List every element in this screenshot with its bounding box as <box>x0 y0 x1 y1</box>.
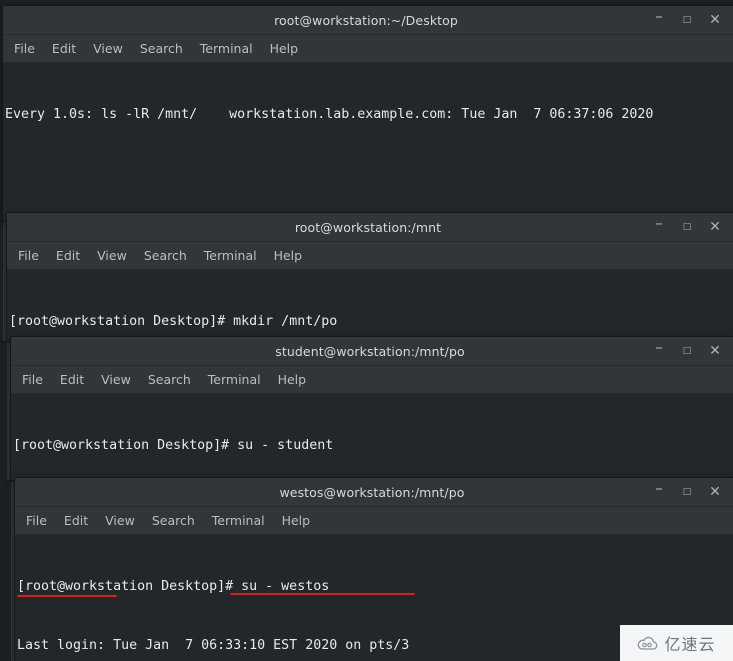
menu-file[interactable]: File <box>26 513 47 528</box>
window-title: root@workstation:~/Desktop <box>274 12 458 28</box>
menu-help[interactable]: Help <box>278 372 307 387</box>
window-title: root@workstation:/mnt <box>294 219 442 235</box>
terminal-output-student[interactable]: [root@workstation Desktop]# su - student… <box>11 394 733 480</box>
terminal-window-root-mnt[interactable]: root@workstation:/mnt – □ ✕ File Edit Vi… <box>7 213 733 341</box>
menubar[interactable]: File Edit View Search Terminal Help <box>7 242 733 270</box>
watermark-text: 亿速云 <box>664 635 716 654</box>
menu-search[interactable]: Search <box>140 41 183 56</box>
maximize-button[interactable]: □ <box>673 479 701 505</box>
close-button[interactable]: ✕ <box>701 338 729 364</box>
menu-view[interactable]: View <box>105 513 135 528</box>
minimize-button[interactable]: – <box>645 213 673 244</box>
menu-help[interactable]: Help <box>282 513 311 528</box>
terminal-output-root-mnt[interactable]: [root@workstation Desktop]# mkdir /mnt/p… <box>7 270 733 341</box>
menu-terminal[interactable]: Terminal <box>200 41 253 56</box>
titlebar[interactable]: root@workstation:/mnt – □ ✕ <box>7 213 733 242</box>
annotation-underline-command <box>230 593 415 595</box>
menubar[interactable]: File Edit View Search Terminal Help <box>15 507 733 535</box>
menu-help[interactable]: Help <box>274 248 303 263</box>
titlebar[interactable]: westos@workstation:/mnt/po – □ ✕ <box>15 478 733 507</box>
terminal-line: [root@workstation Desktop]# su - student <box>13 438 334 454</box>
window-controls: – □ ✕ <box>645 478 733 509</box>
minimize-button[interactable]: – <box>645 6 673 37</box>
terminal-line: Every 1.0s: ls -lR /mnt/ workstation.lab… <box>5 107 654 123</box>
cloud-icon <box>637 636 659 651</box>
menubar[interactable]: File Edit View Search Terminal Help <box>11 366 733 394</box>
close-button[interactable]: ✕ <box>701 214 729 240</box>
terminal-output-root-desktop[interactable]: Every 1.0s: ls -lR /mnt/ workstation.lab… <box>3 63 733 221</box>
annotation-underline-prompt <box>17 595 117 597</box>
menu-edit[interactable]: Edit <box>60 372 84 387</box>
window-title: westos@workstation:/mnt/po <box>279 484 465 500</box>
menu-file[interactable]: File <box>22 372 43 387</box>
menu-terminal[interactable]: Terminal <box>212 513 265 528</box>
watermark: 亿速云 <box>620 625 733 661</box>
menu-view[interactable]: View <box>97 248 127 263</box>
terminal-line: [root@workstation Desktop]# mkdir /mnt/p… <box>9 314 338 330</box>
titlebar[interactable]: root@workstation:~/Desktop – □ ✕ <box>3 6 733 35</box>
minimize-button[interactable]: – <box>645 337 673 368</box>
window-title: student@workstation:/mnt/po <box>275 343 465 359</box>
close-button[interactable]: ✕ <box>701 479 729 505</box>
menu-search[interactable]: Search <box>144 248 187 263</box>
maximize-button[interactable]: □ <box>673 7 701 33</box>
window-controls: – □ ✕ <box>645 6 733 37</box>
menu-search[interactable]: Search <box>148 372 191 387</box>
maximize-button[interactable]: □ <box>673 214 701 240</box>
menu-view[interactable]: View <box>93 41 123 56</box>
menu-edit[interactable]: Edit <box>52 41 76 56</box>
menu-edit[interactable]: Edit <box>56 248 80 263</box>
menu-view[interactable]: View <box>101 372 131 387</box>
close-button[interactable]: ✕ <box>701 7 729 33</box>
window-controls: – □ ✕ <box>645 337 733 368</box>
menu-help[interactable]: Help <box>270 41 299 56</box>
menu-file[interactable]: File <box>14 41 35 56</box>
terminal-window-root-desktop[interactable]: root@workstation:~/Desktop – □ ✕ File Ed… <box>3 6 733 221</box>
menubar[interactable]: File Edit View Search Terminal Help <box>3 35 733 63</box>
minimize-button[interactable]: – <box>645 478 673 509</box>
menu-edit[interactable]: Edit <box>64 513 88 528</box>
menu-terminal[interactable]: Terminal <box>204 248 257 263</box>
titlebar[interactable]: student@workstation:/mnt/po – □ ✕ <box>11 337 733 366</box>
maximize-button[interactable]: □ <box>673 338 701 364</box>
terminal-window-student[interactable]: student@workstation:/mnt/po – □ ✕ File E… <box>11 337 733 480</box>
menu-search[interactable]: Search <box>152 513 195 528</box>
menu-file[interactable]: File <box>18 248 39 263</box>
menu-terminal[interactable]: Terminal <box>208 372 261 387</box>
window-controls: – □ ✕ <box>645 213 733 244</box>
